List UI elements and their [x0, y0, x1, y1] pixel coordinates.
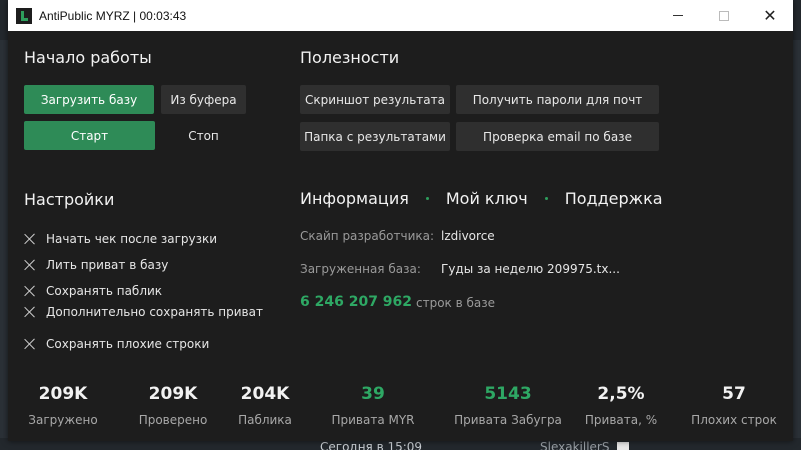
stat-value: 204K: [240, 384, 290, 404]
rows-count: 6 246 207 962: [300, 294, 413, 310]
minimize-icon: [673, 15, 683, 16]
tab-separator-dot: [425, 197, 429, 200]
results-folder-button[interactable]: Папка с результатами: [300, 122, 450, 151]
option-save-bad-lines[interactable]: Сохранять плохие строки: [24, 337, 209, 351]
main-content: Начало работы Загрузить базу Из буфера С…: [8, 31, 793, 441]
stat-private-percent: 2,5% Привата, %: [566, 384, 676, 427]
base-label: Загруженная база:: [300, 262, 421, 276]
stat-private-myr: 39 Привата MYR: [318, 384, 428, 427]
start-button[interactable]: Старт: [24, 121, 155, 150]
app-logo-icon: [16, 7, 32, 24]
settings-heading: Настройки: [24, 190, 115, 209]
app-window: AntiPublic MYRZ | 00:03:43 ✕ Начало рабо…: [8, 0, 793, 441]
screenshot-button[interactable]: Скриншот результата: [300, 85, 450, 114]
option-check-icon: [24, 285, 36, 297]
option-start-check[interactable]: Начать чек после загрузки: [24, 232, 217, 246]
background-user-text: SlexakillerS: [540, 440, 610, 450]
window-title: AntiPublic MYRZ | 00:03:43: [39, 8, 187, 23]
stat-loaded: 209K Загружено: [8, 384, 118, 427]
tab-support[interactable]: Поддержка: [565, 189, 663, 208]
maximize-button[interactable]: [701, 0, 747, 31]
background-left-strip: [0, 40, 8, 442]
stat-label: Загружено: [28, 413, 98, 427]
stat-value: 209K: [38, 384, 88, 404]
option-push-private[interactable]: Лить приват в базу: [24, 258, 168, 272]
stat-label: Паблика: [238, 413, 292, 427]
option-label: Сохранять паблик: [46, 284, 163, 298]
from-buffer-button[interactable]: Из буфера: [161, 85, 246, 114]
maximize-icon: [719, 10, 729, 21]
close-icon: ✕: [763, 6, 777, 25]
stat-value: 2,5%: [597, 384, 645, 404]
close-button[interactable]: ✕: [747, 0, 793, 31]
title-bar: AntiPublic MYRZ | 00:03:43 ✕: [8, 0, 793, 31]
tab-separator-dot: [544, 197, 548, 200]
skype-value: lzdivorce: [441, 229, 495, 243]
tab-info[interactable]: Информация: [300, 189, 409, 208]
check-email-button[interactable]: Проверка email по базе: [456, 122, 659, 151]
background-date-text: Сегодня в 15:09: [320, 440, 423, 450]
get-passwords-button[interactable]: Получить пароли для почт: [456, 85, 659, 114]
stat-value: 39: [361, 384, 385, 404]
stat-label: Привата MYR: [331, 413, 415, 427]
option-label: Дополнительно сохранять приват: [46, 305, 263, 319]
option-label: Лить приват в базу: [46, 258, 169, 272]
option-check-icon: [24, 306, 36, 318]
tab-my-key[interactable]: Мой ключ: [446, 189, 528, 208]
start-heading: Начало работы: [24, 48, 152, 67]
stat-value: 57: [722, 384, 746, 404]
window-controls: ✕: [655, 0, 793, 31]
rows-unit: строк в базе: [416, 296, 496, 310]
option-label: Начать чек после загрузки: [46, 232, 218, 246]
stat-private-abroad: 5143 Привата Забугра: [443, 384, 573, 427]
background-checkbox: [617, 442, 629, 450]
option-check-icon: [24, 338, 36, 350]
stat-label: Привата, %: [584, 413, 658, 427]
stat-value: 5143: [484, 384, 532, 404]
useful-heading: Полезности: [300, 48, 400, 67]
minimize-button[interactable]: [655, 0, 701, 31]
stat-public: 204K Паблика: [210, 384, 320, 427]
option-check-icon: [24, 233, 36, 245]
base-value: Гуды за неделю 209975.tx...: [441, 262, 620, 276]
background-right-strip: [792, 40, 801, 442]
option-label: Сохранять плохие строки: [46, 337, 210, 351]
load-base-button[interactable]: Загрузить базу: [24, 85, 154, 114]
stat-label: Привата Забугра: [454, 413, 562, 427]
stat-label: Плохих строк: [691, 413, 777, 427]
option-check-icon: [24, 259, 36, 271]
skype-label: Скайп разработчика:: [300, 229, 435, 243]
option-save-private[interactable]: Дополнительно сохранять приват: [24, 305, 263, 319]
info-tabs: Информация Мой ключ Поддержка: [300, 189, 663, 208]
stop-button[interactable]: Стоп: [161, 121, 246, 150]
option-save-public[interactable]: Сохранять паблик: [24, 284, 162, 298]
stat-bad-lines: 57 Плохих строк: [679, 384, 789, 427]
